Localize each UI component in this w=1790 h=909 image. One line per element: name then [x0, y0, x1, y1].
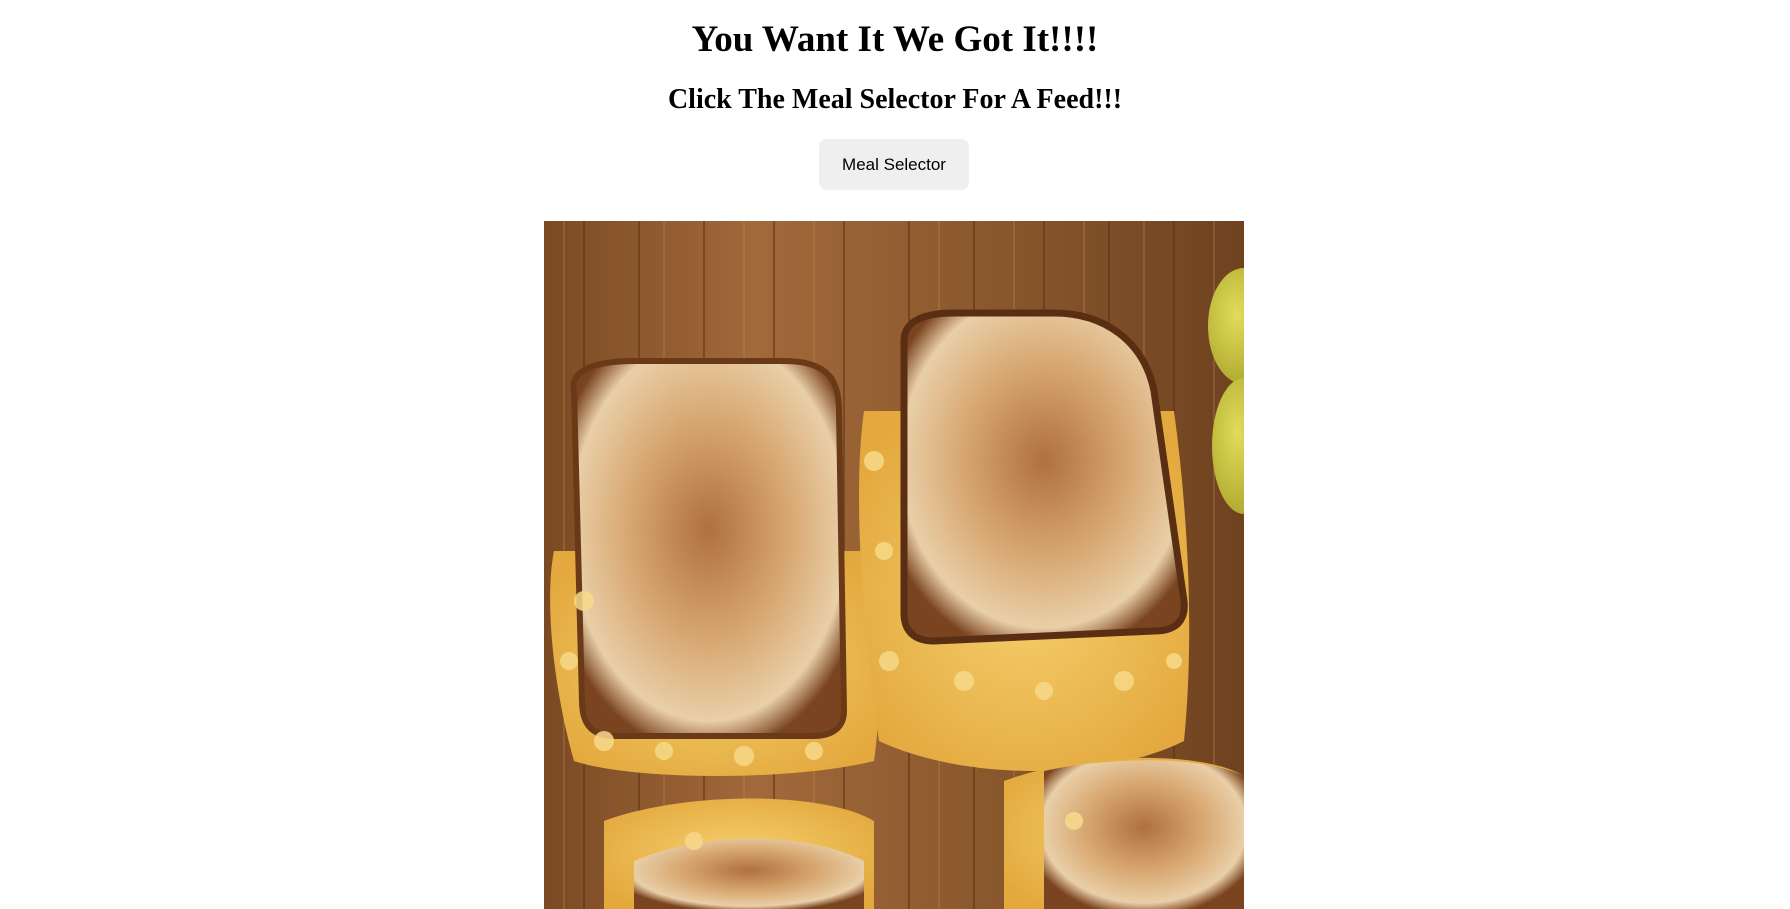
meal-image	[544, 221, 1244, 909]
page-subtitle: Click The Meal Selector For A Feed!!!	[667, 84, 1123, 115]
meal-selector-button[interactable]: Meal Selector	[819, 139, 969, 190]
page-title: You Want It We Got It!!!!	[691, 19, 1099, 60]
page: You Want It We Got It!!!! Click The Meal…	[0, 0, 1790, 909]
